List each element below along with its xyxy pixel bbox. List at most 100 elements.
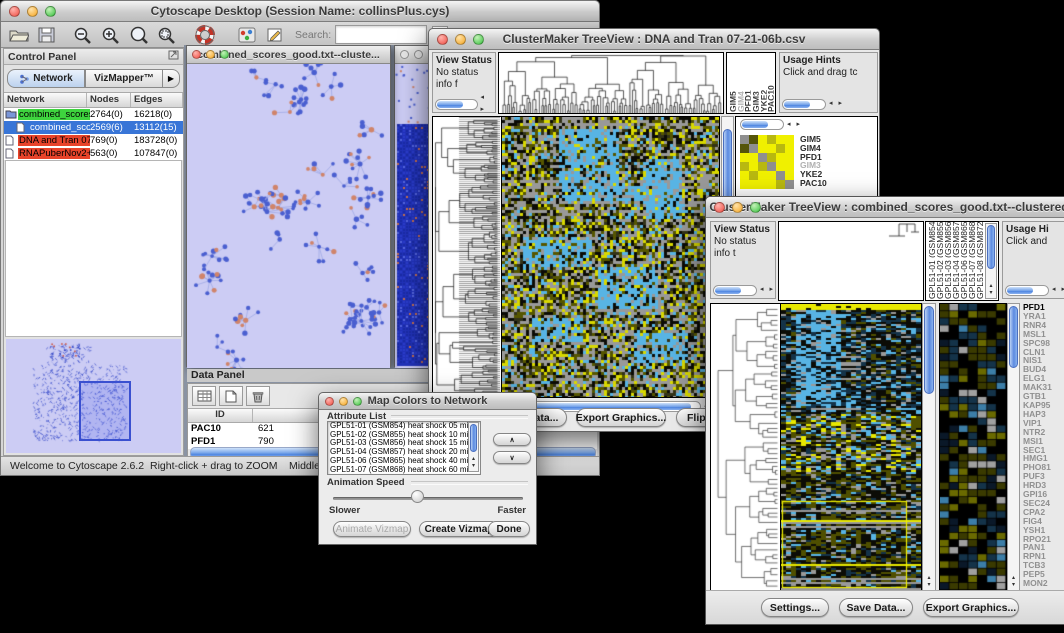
overview-viewport-rect[interactable] (79, 381, 131, 441)
matrix-gene-labels: GIM5GIM4PFD1GIM3YKE2PAC10 (800, 135, 827, 188)
help-lifesaver-icon[interactable] (193, 25, 217, 45)
column-dendrogram-panel[interactable] (498, 52, 724, 114)
treeview2-titlebar[interactable]: ClusterMaker TreeView : combined_scores_… (706, 197, 1064, 218)
usage-hints-scrollbar[interactable]: ◂ ▸ (782, 98, 844, 110)
close-button[interactable] (714, 202, 725, 213)
column-label: GPL51-07 (GSM868) (967, 221, 975, 299)
network-list-empty-area (5, 160, 182, 337)
global-vscrollbar[interactable]: ▴▾ (922, 303, 936, 591)
heatmap-panel[interactable] (501, 116, 720, 398)
network-overview-thumbnail[interactable] (6, 339, 181, 453)
global-heatmap-canvas (781, 304, 921, 590)
matrix-cell (785, 171, 794, 180)
network-list: Network Nodes Edges combined_scores 2764… (4, 92, 183, 160)
matrix-cell (749, 180, 758, 189)
delete-attribute-icon[interactable] (246, 386, 270, 406)
close-button[interactable] (192, 50, 201, 59)
row-dendrogram-panel[interactable] (432, 116, 501, 398)
view-status-title: View Status (714, 224, 770, 235)
move-up-button[interactable]: ∧ (493, 433, 531, 446)
matrix-cell (749, 135, 758, 144)
search-input[interactable] (335, 25, 427, 44)
export-graphics-button[interactable]: Export Graphics... (576, 408, 666, 427)
network-view-window-1[interactable]: combined_scores_good.txt--cluste... (186, 45, 391, 367)
matrix-cell (758, 144, 767, 153)
matrix-cell (740, 180, 749, 189)
column-label: PAC10 (766, 52, 774, 112)
minimize-button[interactable] (27, 6, 38, 17)
treeview1-titlebar[interactable]: ClusterMaker TreeView : DNA and Tran 07-… (429, 29, 879, 50)
close-button[interactable] (9, 6, 20, 17)
create-vizmap-button[interactable]: Create Vizmap (419, 521, 499, 537)
zoom-selected-icon[interactable] (155, 25, 179, 45)
matrix-cell (776, 144, 785, 153)
new-attribute-icon[interactable] (219, 386, 243, 406)
minimize-button[interactable] (206, 50, 215, 59)
minimize-button[interactable] (455, 34, 466, 45)
attribute-table-icon[interactable] (192, 386, 216, 406)
attribute-list-scrollbar[interactable]: ▴▾ (468, 422, 479, 472)
zoom-out-icon[interactable] (71, 25, 95, 45)
animate-vizmap-button[interactable]: Animate Vizmap (333, 521, 411, 537)
attribute-item[interactable]: GPL51-07 (GSM868) heat shock 60 min (328, 466, 480, 475)
move-down-button[interactable]: ∨ (493, 451, 531, 464)
network-list-row[interactable]: RNAPuberNov2+! 563(0) 107847(0) (4, 147, 183, 160)
view-status-scrollbar[interactable]: ◂ ▸ (435, 98, 495, 110)
network-view-1-titlebar[interactable]: combined_scores_good.txt--cluste... (187, 46, 390, 64)
attribute-list[interactable]: GPL51-01 (GSM854) heat shock 05 minGPL51… (327, 421, 481, 475)
network-type-icon (5, 135, 18, 146)
open-session-icon[interactable] (7, 25, 31, 45)
correlation-matrix[interactable] (740, 135, 794, 189)
animation-speed-slider-track[interactable] (333, 497, 523, 500)
minimize-button[interactable] (339, 397, 348, 406)
animation-speed-slider-thumb[interactable] (411, 490, 424, 503)
detail-vscrollbar[interactable]: ▴▾ (1007, 303, 1020, 591)
view-status-scrollbar[interactable]: ◂ ▸ (713, 284, 775, 296)
network-canvas[interactable] (187, 64, 390, 368)
column-dendrogram-panel[interactable] (778, 221, 924, 301)
detail-heatmap-panel[interactable] (939, 303, 1007, 591)
main-titlebar[interactable]: Cytoscape Desktop (Session Name: collins… (1, 1, 599, 22)
zoom-fit-icon[interactable] (127, 25, 151, 45)
column-labels-scrollbar[interactable]: ▴▾ (985, 223, 997, 299)
view-status-panel: View Status No status info t ◂ ▸ (710, 221, 776, 299)
gene-name-list[interactable]: PFD1YRA1RNR4MSL1SPC98CLN1NIS1BUD4ELG1MAK… (1023, 303, 1064, 591)
export-graphics-button[interactable]: Export Graphics... (923, 598, 1019, 617)
row-id: PAC10 (188, 423, 252, 436)
usage-hints-scrollbar[interactable]: ◂ ▸ (1005, 284, 1064, 296)
global-heatmap-panel[interactable] (780, 303, 922, 591)
tab-overflow-arrow[interactable]: ▶ (163, 69, 180, 88)
network-nodes-count: 563(0) (90, 148, 134, 159)
minimize-button[interactable] (414, 50, 423, 59)
network-list-row[interactable]: DNA and Tran 07 769(0) 183728(0) (4, 134, 183, 147)
summary-hscrollbar[interactable]: ◂ ▸ (740, 118, 802, 130)
column-dendrogram-canvas (779, 222, 923, 300)
done-button[interactable]: Done (488, 521, 530, 537)
zoom-button[interactable] (750, 202, 761, 213)
zoom-button[interactable] (45, 6, 56, 17)
close-button[interactable] (325, 397, 334, 406)
dialog-titlebar[interactable]: Map Colors to Network (319, 393, 536, 410)
annotation-tool-icon[interactable] (263, 25, 287, 45)
column-labels-panel: GPL51-01 (GSM854)GPL51-02 (GSM855)GPL51-… (925, 221, 999, 301)
tab-network[interactable]: Network (7, 69, 85, 88)
tab-vizmapper[interactable]: VizMapper™ (85, 69, 163, 88)
zoom-button[interactable] (220, 50, 229, 59)
settings-button[interactable]: Settings... (761, 598, 829, 617)
vizmapper-tool-icon[interactable] (235, 25, 259, 45)
save-session-icon[interactable] (35, 25, 59, 45)
animation-speed-label: Animation Speed (327, 477, 405, 488)
minimize-button[interactable] (732, 202, 743, 213)
matrix-cell (776, 135, 785, 144)
row-dendrogram-panel[interactable] (710, 303, 780, 591)
network-list-row[interactable]: combined_scores 2764(0) 16218(0) (4, 108, 183, 121)
close-button[interactable] (400, 50, 409, 59)
zoom-button[interactable] (353, 397, 362, 406)
zoom-button[interactable] (473, 34, 484, 45)
close-button[interactable] (437, 34, 448, 45)
network-list-row[interactable]: combined_sco 2569(6) 13112(15) (4, 121, 183, 134)
zoom-in-icon[interactable] (99, 25, 123, 45)
usage-hints-panel: Usage Hi Click and ◂ ▸ (1002, 221, 1064, 299)
float-panel-icon[interactable] (168, 50, 179, 63)
save-data-button[interactable]: Save Data... (839, 598, 913, 617)
